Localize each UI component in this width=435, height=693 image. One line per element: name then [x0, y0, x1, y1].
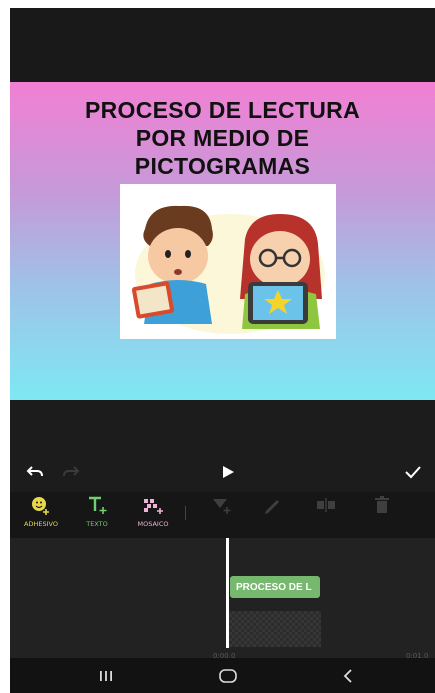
play-icon[interactable]: [215, 457, 241, 487]
delete-icon: [371, 492, 393, 518]
playback-controls: [10, 457, 435, 487]
back-icon[interactable]: [318, 658, 378, 693]
edit-icon: [262, 492, 284, 518]
video-track[interactable]: [229, 611, 321, 647]
recent-apps-icon[interactable]: [76, 658, 136, 693]
edit-toolbar: ADHESIVO TEXTO MOSAICO: [10, 492, 435, 538]
sticker-icon: [30, 492, 52, 518]
split-icon: [314, 492, 338, 518]
toolbar-item-delete[interactable]: [351, 492, 413, 538]
toolbar-item-label: MOSAICO: [137, 520, 169, 528]
app-window: PROCESO DE LECTURA POR MEDIO DE PICTOGRA…: [10, 8, 435, 693]
toolbar-item-sticker[interactable]: ADHESIVO: [10, 492, 72, 538]
toolbar-item-split[interactable]: [295, 492, 357, 538]
toolbar-item-text[interactable]: TEXTO: [66, 492, 128, 538]
toolbar-divider: [185, 506, 186, 520]
playhead[interactable]: [226, 538, 229, 648]
text-clip[interactable]: PROCESO DE L: [230, 576, 320, 598]
toolbar-item-label: TEXTO: [86, 520, 108, 528]
undo-icon[interactable]: [22, 457, 48, 487]
mosaic-icon: [141, 492, 165, 518]
toolbar-item-label: ADHESIVO: [24, 520, 58, 528]
system-nav-bar: [10, 658, 435, 693]
redo-icon[interactable]: [58, 457, 84, 487]
video-preview-canvas[interactable]: PROCESO DE LECTURA POR MEDIO DE PICTOGRA…: [10, 82, 435, 400]
children-reading-pictogram: [120, 184, 336, 339]
toolbar-item-mosaic[interactable]: MOSAICO: [122, 492, 184, 538]
filter-icon: [210, 492, 232, 518]
home-icon[interactable]: [198, 658, 258, 693]
canvas-title-text[interactable]: PROCESO DE LECTURA POR MEDIO DE PICTOGRA…: [10, 96, 435, 180]
preview-top-bar: [10, 8, 435, 82]
text-add-icon: [86, 492, 108, 518]
check-icon[interactable]: [400, 457, 426, 487]
timeline[interactable]: PROCESO DE L 0:00.0 0:01.0: [10, 538, 435, 660]
